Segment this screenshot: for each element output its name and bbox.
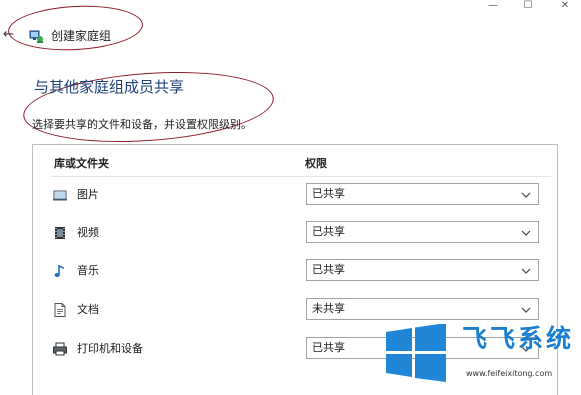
title-bar: — ☐ ✕: [0, 0, 581, 16]
watermark-brand: 飞飞系统: [462, 324, 575, 353]
page-breadcrumb-title: 创建家庭组: [51, 29, 112, 43]
row-label: 视频: [77, 226, 99, 239]
permission-dropdown-documents[interactable]: 未共享: [306, 298, 539, 320]
column-header-permission: 权限: [305, 157, 327, 170]
chevron-down-icon: [520, 263, 532, 277]
row-label: 音乐: [77, 264, 99, 277]
table-row-pictures: 图片 已共享: [33, 182, 557, 210]
chevron-down-icon: [520, 302, 532, 316]
videos-icon: [52, 225, 68, 241]
minimize-button[interactable]: —: [481, 0, 505, 14]
table-row-music: 音乐 已共享: [33, 258, 557, 286]
printer-icon: [52, 341, 68, 357]
row-label: 图片: [77, 188, 99, 201]
page-description: 选择要共享的文件和设备，并设置权限级别。: [32, 118, 252, 131]
site-watermark: 飞飞系统 www.feifeixitong.com: [384, 320, 581, 386]
table-row-videos: 视频 已共享: [33, 220, 557, 248]
windows-logo-icon: [384, 323, 450, 382]
dropdown-value: 已共享: [312, 225, 345, 238]
maximize-button[interactable]: ☐: [516, 0, 540, 14]
dropdown-value: 未共享: [312, 302, 345, 315]
permission-dropdown-music[interactable]: 已共享: [306, 259, 539, 281]
pictures-icon: [52, 187, 68, 203]
dropdown-value: 已共享: [312, 341, 345, 354]
chevron-down-icon: [520, 187, 532, 201]
row-label: 文档: [77, 303, 99, 316]
navigation-bar: ← 创建家庭组: [0, 22, 300, 50]
header-divider: [51, 176, 551, 177]
dropdown-value: 已共享: [312, 263, 345, 276]
permission-dropdown-pictures[interactable]: 已共享: [306, 183, 539, 205]
watermark-url: www.feifeixitong.com: [466, 369, 553, 378]
music-icon: [52, 263, 68, 279]
homegroup-icon: [28, 28, 44, 44]
permission-dropdown-videos[interactable]: 已共享: [306, 221, 539, 243]
close-button[interactable]: ✕: [553, 0, 577, 14]
chevron-down-icon: [520, 225, 532, 239]
page-heading: 与其他家庭组成员共享: [34, 78, 185, 96]
documents-icon: [52, 302, 68, 318]
column-header-library: 库或文件夹: [54, 157, 109, 170]
back-arrow-icon[interactable]: ←: [3, 28, 15, 42]
row-label: 打印机和设备: [77, 342, 143, 355]
dropdown-value: 已共享: [312, 187, 345, 200]
